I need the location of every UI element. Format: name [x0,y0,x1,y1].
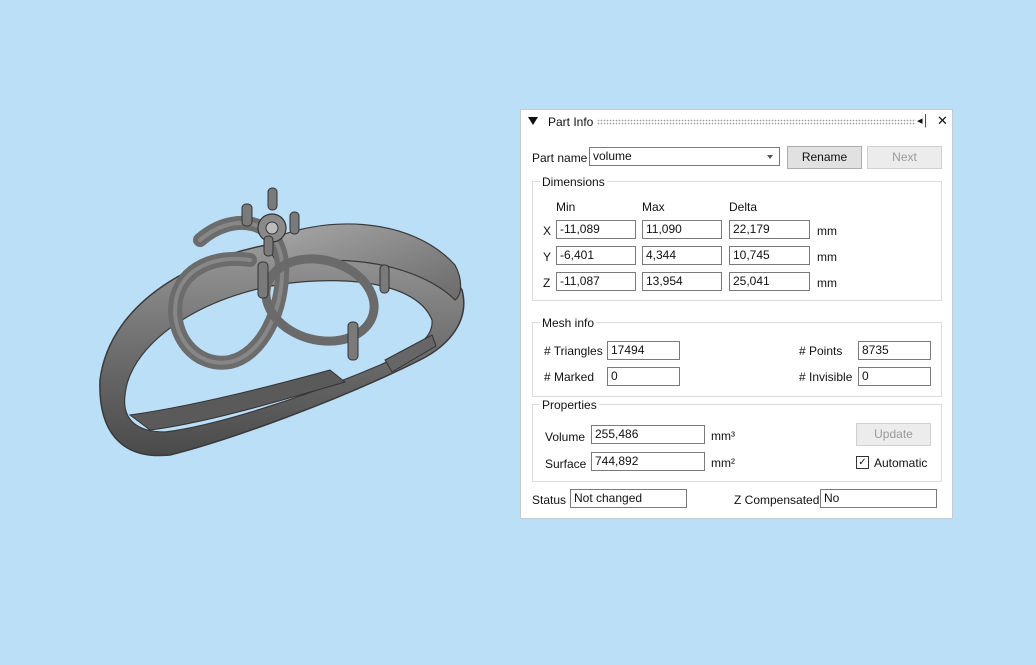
properties-title: Properties [540,398,599,412]
surface-field[interactable]: 744,892 [591,452,705,471]
surface-unit: mm² [711,456,735,470]
status-label: Status [532,493,567,507]
next-button[interactable]: Next [867,146,942,169]
volume-label: Volume [545,430,586,444]
triangles-label: # Triangles [544,344,603,358]
marked-field[interactable]: 0 [607,367,680,386]
axis-label-x: X [543,224,552,238]
x-max-field[interactable]: 11,090 [642,220,722,239]
invisible-field[interactable]: 0 [858,367,931,386]
close-icon[interactable]: ✕ [937,113,948,129]
y-min-field[interactable]: -6,401 [556,246,636,265]
volume-field[interactable]: 255,486 [591,425,705,444]
drag-grip[interactable] [597,119,916,125]
panel-titlebar[interactable]: Part Info ◂│ ✕ [521,110,952,134]
part-info-panel: Part Info ◂│ ✕ Part name volume Rename N… [520,109,953,519]
part-name-value: volume [593,149,632,163]
rename-button[interactable]: Rename [787,146,862,169]
x-min-field[interactable]: -11,089 [556,220,636,239]
automatic-label: Automatic [874,456,928,470]
col-max-header: Max [642,200,665,214]
mesh-info-group: Mesh info # Triangles 17494 # Points 873… [532,316,942,397]
update-button[interactable]: Update [856,423,931,446]
z-min-field[interactable]: -11,087 [556,272,636,291]
x-delta-field[interactable]: 22,179 [729,220,810,239]
dimensions-title: Dimensions [540,175,607,189]
z-delta-field[interactable]: 25,041 [729,272,810,291]
axis-label-y: Y [543,250,552,264]
invisible-label: # Invisible [799,370,853,384]
dimensions-group: Dimensions Min Max Delta X -11,089 11,09… [532,175,942,301]
status-field[interactable]: Not changed [570,489,687,508]
col-min-header: Min [556,200,576,214]
x-unit-label: mm [817,224,837,238]
part-name-combobox[interactable]: volume [589,147,780,166]
pin-icon[interactable]: ◂│ [917,114,929,127]
y-unit-label: mm [817,250,837,264]
points-field[interactable]: 8735 [858,341,931,360]
triangles-field[interactable]: 17494 [607,341,680,360]
automatic-checkbox[interactable]: ✓ [856,456,869,469]
collapse-triangle-icon[interactable] [528,117,538,125]
volume-unit: mm³ [711,429,735,443]
surface-label: Surface [545,457,587,471]
z-unit-label: mm [817,276,837,290]
mesh-info-title: Mesh info [540,316,597,330]
properties-group: Properties Volume 255,486 mm³ Update Sur… [532,398,942,482]
z-compensated-label: Z Compensated [734,493,820,507]
axis-label-z: Z [543,276,551,290]
chevron-down-icon[interactable] [767,155,773,159]
points-label: # Points [799,344,843,358]
z-compensated-field[interactable]: No [820,489,937,508]
part-name-label: Part name [532,151,588,165]
panel-title: Part Info [548,115,594,129]
col-delta-header: Delta [729,200,758,214]
y-max-field[interactable]: 4,344 [642,246,722,265]
y-delta-field[interactable]: 10,745 [729,246,810,265]
marked-label: # Marked [544,370,595,384]
z-max-field[interactable]: 13,954 [642,272,722,291]
